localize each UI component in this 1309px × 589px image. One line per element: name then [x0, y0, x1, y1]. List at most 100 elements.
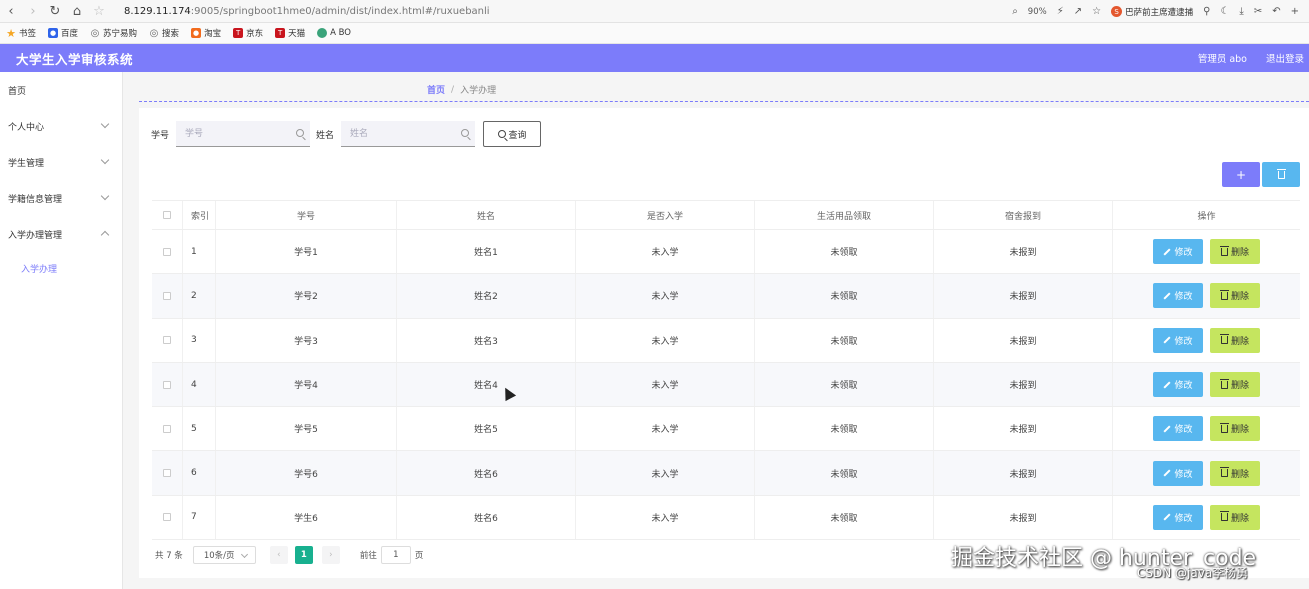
chevron-down-icon [100, 119, 110, 129]
page-number-active[interactable]: 1 [294, 546, 313, 564]
cell-supplies: 未领取 [755, 274, 934, 318]
edit-button[interactable]: 修改 [1153, 283, 1203, 309]
row-checkbox[interactable] [163, 513, 171, 522]
scissors-icon[interactable]: ✂ [1254, 6, 1262, 17]
cell-student-no: 学生6 [216, 495, 397, 540]
search-promo[interactable]: S 巴萨前主席遭逮捕 [1111, 6, 1193, 18]
sidebar-item-enrollment-info[interactable]: 学籍信息管理 [0, 180, 122, 216]
cell-dorm: 未报到 [934, 230, 1113, 274]
edit-button[interactable]: 修改 [1153, 460, 1203, 486]
bookmark-item[interactable]: ● 百度 [48, 27, 78, 39]
row-checkbox[interactable] [163, 247, 171, 256]
cell-enrolled: 未入学 [576, 451, 755, 495]
table-body: 1 学号1 姓名1 未入学 未领取 未报到 修改 删除 2 学号2 姓名2 未入学 未领取 未报到 修改 删除… [152, 230, 1300, 541]
bookmark-star-icon[interactable]: ☆ [88, 0, 110, 22]
bookmark-item[interactable]: ◎ 搜索 [149, 27, 179, 40]
page-size-select[interactable]: 10条/页 [192, 546, 256, 564]
select-all-checkbox[interactable] [163, 211, 171, 219]
cell-supplies: 未领取 [755, 451, 934, 495]
download-icon[interactable]: ⤓ [1239, 6, 1243, 17]
delete-button[interactable]: 删除 [1210, 504, 1260, 530]
app-title: 大学生入学审核系统 [16, 51, 134, 67]
back-icon[interactable]: ‹ [0, 0, 22, 22]
edit-icon [1163, 425, 1172, 433]
leaf-icon [317, 28, 328, 38]
sidebar-subitem-admission[interactable]: 入学办理 [0, 252, 122, 284]
breadcrumb: 首页 / 入学办理 [139, 72, 1309, 102]
bookmark-manage-icon[interactable]: ☆ [1092, 6, 1101, 17]
query-button[interactable]: 查询 [483, 121, 542, 147]
cell-supplies: 未领取 [755, 495, 934, 540]
row-checkbox[interactable] [163, 291, 171, 300]
add-button[interactable]: + [1222, 162, 1260, 187]
edit-button[interactable]: 修改 [1153, 504, 1203, 530]
cell-actions: 修改 删除 [1113, 451, 1300, 494]
zoom-level[interactable]: 90% [1028, 7, 1047, 17]
forward-icon[interactable]: › [22, 0, 44, 22]
search-icon[interactable]: ⚲ [1203, 6, 1210, 17]
bookmark-item[interactable]: ● 淘宝 [191, 27, 221, 39]
sidebar-item-admission-management[interactable]: 入学办理管理 [0, 216, 122, 252]
home-icon[interactable]: ⌂ [66, 0, 88, 22]
cell-enrolled: 未入学 [576, 230, 755, 274]
cell-supplies: 未领取 [755, 230, 934, 274]
row-select-cell [152, 318, 183, 362]
prev-page-button[interactable]: ‹ [269, 546, 288, 564]
address-bar[interactable]: 8.129.11.174:9005/springboot1hme0/admin/… [124, 6, 490, 17]
edit-button[interactable]: 修改 [1153, 372, 1203, 398]
breadcrumb-home[interactable]: 首页 [427, 83, 445, 96]
edit-icon [1163, 248, 1172, 256]
tmall-icon: T [275, 28, 286, 38]
student-no-input[interactable] [176, 121, 311, 146]
flash-icon[interactable]: ⚡ [1057, 6, 1064, 17]
bookmark-item[interactable]: T 天猫 [275, 27, 305, 39]
edit-button[interactable]: 修改 [1153, 327, 1203, 353]
batch-delete-button[interactable] [1262, 162, 1300, 187]
edit-button[interactable]: 修改 [1153, 239, 1203, 265]
bookmark-item[interactable]: A BO [317, 28, 351, 38]
column-header-supplies: 生活用品领取 [755, 201, 934, 229]
trash-icon [1219, 511, 1229, 522]
delete-button[interactable]: 删除 [1210, 239, 1260, 265]
sidebar-item-home[interactable]: 首页 [0, 72, 122, 108]
name-field[interactable] [341, 121, 476, 147]
trash-icon [1219, 289, 1229, 300]
logout-link[interactable]: 退出登录 [1266, 44, 1304, 72]
goto-page-input[interactable]: 1 [380, 546, 411, 564]
reload-icon[interactable]: ↻ [44, 0, 66, 22]
row-select-cell [152, 230, 183, 274]
delete-button[interactable]: 删除 [1210, 416, 1260, 442]
bookmark-item[interactable]: ◎ 苏宁易购 [90, 27, 137, 40]
sidebar-item-student-management[interactable]: 学生管理 [0, 144, 122, 180]
night-mode-icon[interactable]: ☾ [1220, 6, 1229, 17]
column-header-dorm: 宿舍报到 [934, 201, 1113, 229]
bookmark-item[interactable]: ★ 书签 [6, 27, 36, 40]
share-icon[interactable]: ↗ [1074, 6, 1082, 17]
row-checkbox[interactable] [163, 424, 171, 433]
zoom-icon[interactable]: ⌕ [1012, 6, 1018, 17]
admission-table: 索引 学号 姓名 是否入学 生活用品领取 宿舍报到 操作 1 学号1 姓名1 未入学未… [152, 200, 1300, 541]
delete-button[interactable]: 删除 [1210, 460, 1260, 486]
student-no-field[interactable] [176, 121, 311, 147]
cell-supplies: 未领取 [755, 407, 934, 451]
trash-icon [1219, 467, 1229, 478]
edit-button[interactable]: 修改 [1153, 416, 1203, 442]
chevron-up-icon [100, 230, 110, 240]
taobao-icon: ● [191, 28, 202, 38]
delete-button[interactable]: 删除 [1210, 327, 1260, 353]
new-tab-icon[interactable]: + [1291, 6, 1299, 17]
delete-button[interactable]: 删除 [1210, 372, 1260, 398]
row-checkbox[interactable] [163, 336, 171, 345]
table-row: 6 学号6 姓名6 未入学 未领取 未报到 修改 删除 [152, 451, 1300, 496]
name-input[interactable] [341, 121, 476, 146]
cell-supplies: 未领取 [755, 318, 934, 362]
bookmark-item[interactable]: T 京东 [233, 27, 263, 39]
next-page-button[interactable]: › [321, 546, 340, 564]
sidebar-item-personal-center[interactable]: 个人中心 [0, 108, 122, 144]
undo-icon[interactable]: ↶ [1272, 6, 1280, 17]
delete-button[interactable]: 删除 [1210, 283, 1260, 309]
table-row: 1 学号1 姓名1 未入学 未领取 未报到 修改 删除 [152, 230, 1300, 275]
row-checkbox[interactable] [163, 469, 171, 478]
column-header-index: 索引 [183, 201, 216, 229]
row-checkbox[interactable] [163, 380, 171, 389]
